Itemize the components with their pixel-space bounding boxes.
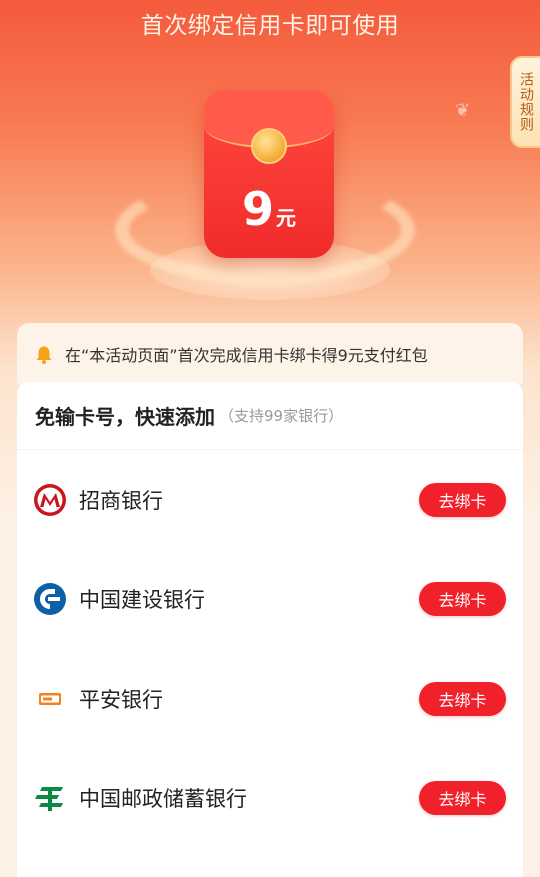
bank-name: 中国邮政储蓄银行 (79, 787, 247, 812)
leaf-decoration-icon: ❦ (455, 100, 471, 121)
bank-row-psbc: 中国邮政储蓄银行 去绑卡 (17, 749, 523, 849)
pingan-logo-icon (33, 682, 67, 716)
psbc-logo-icon (33, 781, 67, 815)
notice-text: 在“本活动页面”首次完成信用卡绑卡得9元支付红包 (65, 346, 428, 365)
red-envelope: 9元 (204, 90, 334, 258)
bell-icon (35, 345, 53, 364)
bank-name: 招商银行 (79, 488, 163, 513)
envelope-amount-unit: 元 (276, 206, 296, 230)
envelope-amount-number: 9 (241, 182, 274, 236)
card-header: 免输卡号，快速添加 （支持99家银行） (17, 382, 523, 450)
bind-card-button[interactable]: 去绑卡 (419, 582, 506, 617)
bank-row-pingan: 平安银行 去绑卡 (17, 649, 523, 749)
bind-card-button[interactable]: 去绑卡 (419, 781, 506, 816)
activity-rules-button[interactable]: 活动规则 (510, 56, 540, 148)
bank-row-ccb: 中国建设银行 去绑卡 (17, 550, 523, 650)
cmb-logo-icon (33, 483, 67, 517)
hero-title: 首次绑定信用卡即可使用 (140, 13, 400, 39)
card-title: 免输卡号，快速添加 (35, 405, 215, 429)
bank-name: 中国建设银行 (79, 588, 205, 613)
card-subtitle: （支持99家银行） (219, 407, 344, 425)
envelope-amount: 9元 (204, 182, 334, 236)
notice-bar: 在“本活动页面”首次完成信用卡绑卡得9元支付红包 (17, 323, 523, 385)
envelope-seal-icon (251, 128, 287, 164)
hero-banner: 首次绑定信用卡即可使用 ❦ 9元 活动规则 (0, 0, 540, 330)
bank-row-cmb: 招商银行 去绑卡 (17, 450, 523, 550)
bind-card-button[interactable]: 去绑卡 (419, 482, 506, 517)
bind-card-button[interactable]: 去绑卡 (419, 681, 506, 716)
ccb-logo-icon (33, 582, 67, 616)
bank-list-card: 免输卡号，快速添加 （支持99家银行） 招商银行 去绑卡 中国建设银行 去绑卡 (17, 382, 523, 877)
bank-name: 平安银行 (79, 687, 163, 712)
